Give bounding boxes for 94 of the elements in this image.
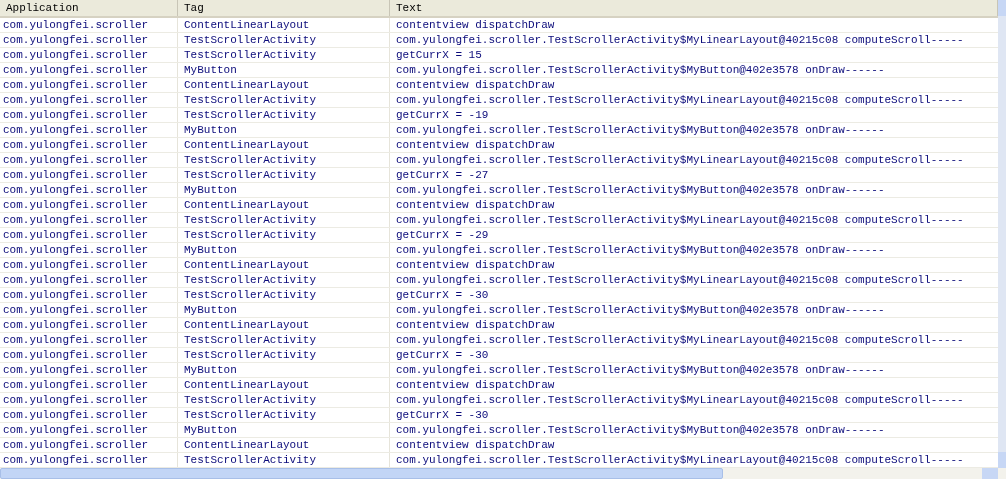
table-cell-text: com.yulongfei.scroller <box>2 48 149 62</box>
table-cell-text: TestScrollerActivity <box>183 228 317 242</box>
table-cell-text: TestScrollerActivity <box>183 168 317 182</box>
table-cell-text: contentview dispatchDraw <box>395 318 555 332</box>
table-cell-text: com.yulongfei.scroller <box>2 273 149 287</box>
table-cell-text: com.yulongfei.scroller <box>2 303 149 317</box>
table-cell-text: ContentLinearLayout <box>183 378 310 392</box>
table-cell-text: com.yulongfei.scroller <box>2 363 149 377</box>
table-cell-text: com.yulongfei.scroller <box>2 18 149 32</box>
table-cell-text: getCurrX = -27 <box>395 168 489 182</box>
table-cell-text: com.yulongfei.scroller <box>2 333 149 347</box>
table-cell-text: TestScrollerActivity <box>183 348 317 362</box>
table-cell-text: TestScrollerActivity <box>183 108 317 122</box>
table-cell-text: ContentLinearLayout <box>183 258 310 272</box>
horizontal-scrollbar[interactable] <box>0 468 1006 479</box>
table-cell-text: com.yulongfei.scroller.TestScrollerActivity$MyLinearLayout@40215c08 computeScroll----- <box>395 333 964 347</box>
table-cell-text: contentview dispatchDraw <box>395 438 555 452</box>
table-cell-text: com.yulongfei.scroller <box>2 63 149 77</box>
table-cell-text: TestScrollerActivity <box>183 453 317 467</box>
table-cell-text: contentview dispatchDraw <box>395 258 555 272</box>
table-cell-text: com.yulongfei.scroller.TestScrollerActivity$MyLinearLayout@40215c08 computeScroll----- <box>395 93 964 107</box>
table-cell-text: getCurrX = -30 <box>395 408 489 422</box>
table-cell-text: TestScrollerActivity <box>183 393 317 407</box>
table-cell-text: com.yulongfei.scroller.TestScrollerActivity$MyLinearLayout@40215c08 computeScroll----- <box>395 153 964 167</box>
table-cell-text: ContentLinearLayout <box>183 78 310 92</box>
table-cell-text: com.yulongfei.scroller <box>2 183 149 197</box>
table-cell-text: contentview dispatchDraw <box>395 18 555 32</box>
table-cell-text: com.yulongfei.scroller <box>2 288 149 302</box>
table-cell-text: com.yulongfei.scroller <box>2 318 149 332</box>
table-cell-text: getCurrX = 15 <box>395 48 482 62</box>
table-cell-text: MyButton <box>183 183 237 197</box>
table-cell-text: MyButton <box>183 363 237 377</box>
table-cell-text: TestScrollerActivity <box>183 33 317 47</box>
table-cell-text: com.yulongfei.scroller <box>2 348 149 362</box>
table-cell-text: com.yulongfei.scroller <box>2 93 149 107</box>
column-header[interactable]: Tag <box>178 0 390 16</box>
table-cell-text: com.yulongfei.scroller <box>2 153 149 167</box>
table-cell-text: com.yulongfei.scroller <box>2 108 149 122</box>
table-cell-text: MyButton <box>183 123 237 137</box>
table-cell-text: ContentLinearLayout <box>183 138 310 152</box>
table-cell-text: com.yulongfei.scroller <box>2 453 149 467</box>
table-cell-text: getCurrX = -30 <box>395 348 489 362</box>
table-cell-text: TestScrollerActivity <box>183 213 317 227</box>
vertical-scrollbar[interactable] <box>998 0 1006 468</box>
table-cell-text: com.yulongfei.scroller <box>2 228 149 242</box>
table-cell-text: com.yulongfei.scroller <box>2 423 149 437</box>
table-cell-text: TestScrollerActivity <box>183 408 317 422</box>
table-cell-text: ContentLinearLayout <box>183 318 310 332</box>
table-cell-text: com.yulongfei.scroller.TestScrollerActivity$MyButton@402e3578 onDraw------ <box>395 363 885 377</box>
table-cell-text: com.yulongfei.scroller <box>2 78 149 92</box>
table-cell-text: contentview dispatchDraw <box>395 78 555 92</box>
table-cell-text: com.yulongfei.scroller.TestScrollerActivity$MyButton@402e3578 onDraw------ <box>395 63 885 77</box>
table-cell-text: getCurrX = -30 <box>395 288 489 302</box>
table-cell-text: com.yulongfei.scroller <box>2 138 149 152</box>
table-cell-text: com.yulongfei.scroller.TestScrollerActivity$MyLinearLayout@40215c08 computeScroll----- <box>395 393 964 407</box>
table-cell-text: getCurrX = -19 <box>395 108 489 122</box>
table-cell-text: com.yulongfei.scroller <box>2 393 149 407</box>
table-cell-text: MyButton <box>183 243 237 257</box>
table-cell-text: com.yulongfei.scroller <box>2 438 149 452</box>
table-cell-text: MyButton <box>183 423 237 437</box>
column-header[interactable]: Application <box>0 0 178 16</box>
table-cell-text: com.yulongfei.scroller.TestScrollerActivity$MyButton@402e3578 onDraw------ <box>395 303 885 317</box>
table-cell-text: com.yulongfei.scroller.TestScrollerActivity$MyLinearLayout@40215c08 computeScroll----- <box>395 453 964 467</box>
table-cell-text: ContentLinearLayout <box>183 18 310 32</box>
table-cell-text: com.yulongfei.scroller <box>2 243 149 257</box>
table-cell-text: TestScrollerActivity <box>183 153 317 167</box>
table-cell-text: com.yulongfei.scroller <box>2 408 149 422</box>
table-cell-text: com.yulongfei.scroller.TestScrollerActivity$MyLinearLayout@40215c08 computeScroll----- <box>395 213 964 227</box>
table-cell-text: MyButton <box>183 63 237 77</box>
table-cell-text: com.yulongfei.scroller.TestScrollerActivity$MyLinearLayout@40215c08 computeScroll----- <box>395 273 964 287</box>
table-cell-text: TestScrollerActivity <box>183 333 317 347</box>
table-cell-text: com.yulongfei.scroller.TestScrollerActivity$MyLinearLayout@40215c08 computeScroll----- <box>395 33 964 47</box>
table-cell-text: MyButton <box>183 303 237 317</box>
table-cell-text: com.yulongfei.scroller <box>2 33 149 47</box>
table-cell-text: com.yulongfei.scroller <box>2 198 149 212</box>
table-cell-text: com.yulongfei.scroller.TestScrollerActivity$MyButton@402e3578 onDraw------ <box>395 123 885 137</box>
table-cell-text: getCurrX = -29 <box>395 228 489 242</box>
table-cell-text: contentview dispatchDraw <box>395 138 555 152</box>
table-cell-text: TestScrollerActivity <box>183 273 317 287</box>
table-cell-text: com.yulongfei.scroller.TestScrollerActivity$MyButton@402e3578 onDraw------ <box>395 423 885 437</box>
table-cell-text: com.yulongfei.scroller <box>2 168 149 182</box>
table-cell-text: ContentLinearLayout <box>183 438 310 452</box>
table-cell-text: TestScrollerActivity <box>183 48 317 62</box>
table-cell-text: com.yulongfei.scroller <box>2 378 149 392</box>
table-cell-text: com.yulongfei.scroller.TestScrollerActivity$MyButton@402e3578 onDraw------ <box>395 183 885 197</box>
table-cell-text: ContentLinearLayout <box>183 198 310 212</box>
table-cell-text: com.yulongfei.scroller <box>2 213 149 227</box>
table-cell-text: com.yulongfei.scroller <box>2 123 149 137</box>
table-cell-text: com.yulongfei.scroller <box>2 258 149 272</box>
table-cell-text: contentview dispatchDraw <box>395 198 555 212</box>
table-cell-text: TestScrollerActivity <box>183 93 317 107</box>
table-cell-text: com.yulongfei.scroller.TestScrollerActivity$MyButton@402e3578 onDraw------ <box>395 243 885 257</box>
table-cell-text: TestScrollerActivity <box>183 288 317 302</box>
table-cell-text: contentview dispatchDraw <box>395 378 555 392</box>
